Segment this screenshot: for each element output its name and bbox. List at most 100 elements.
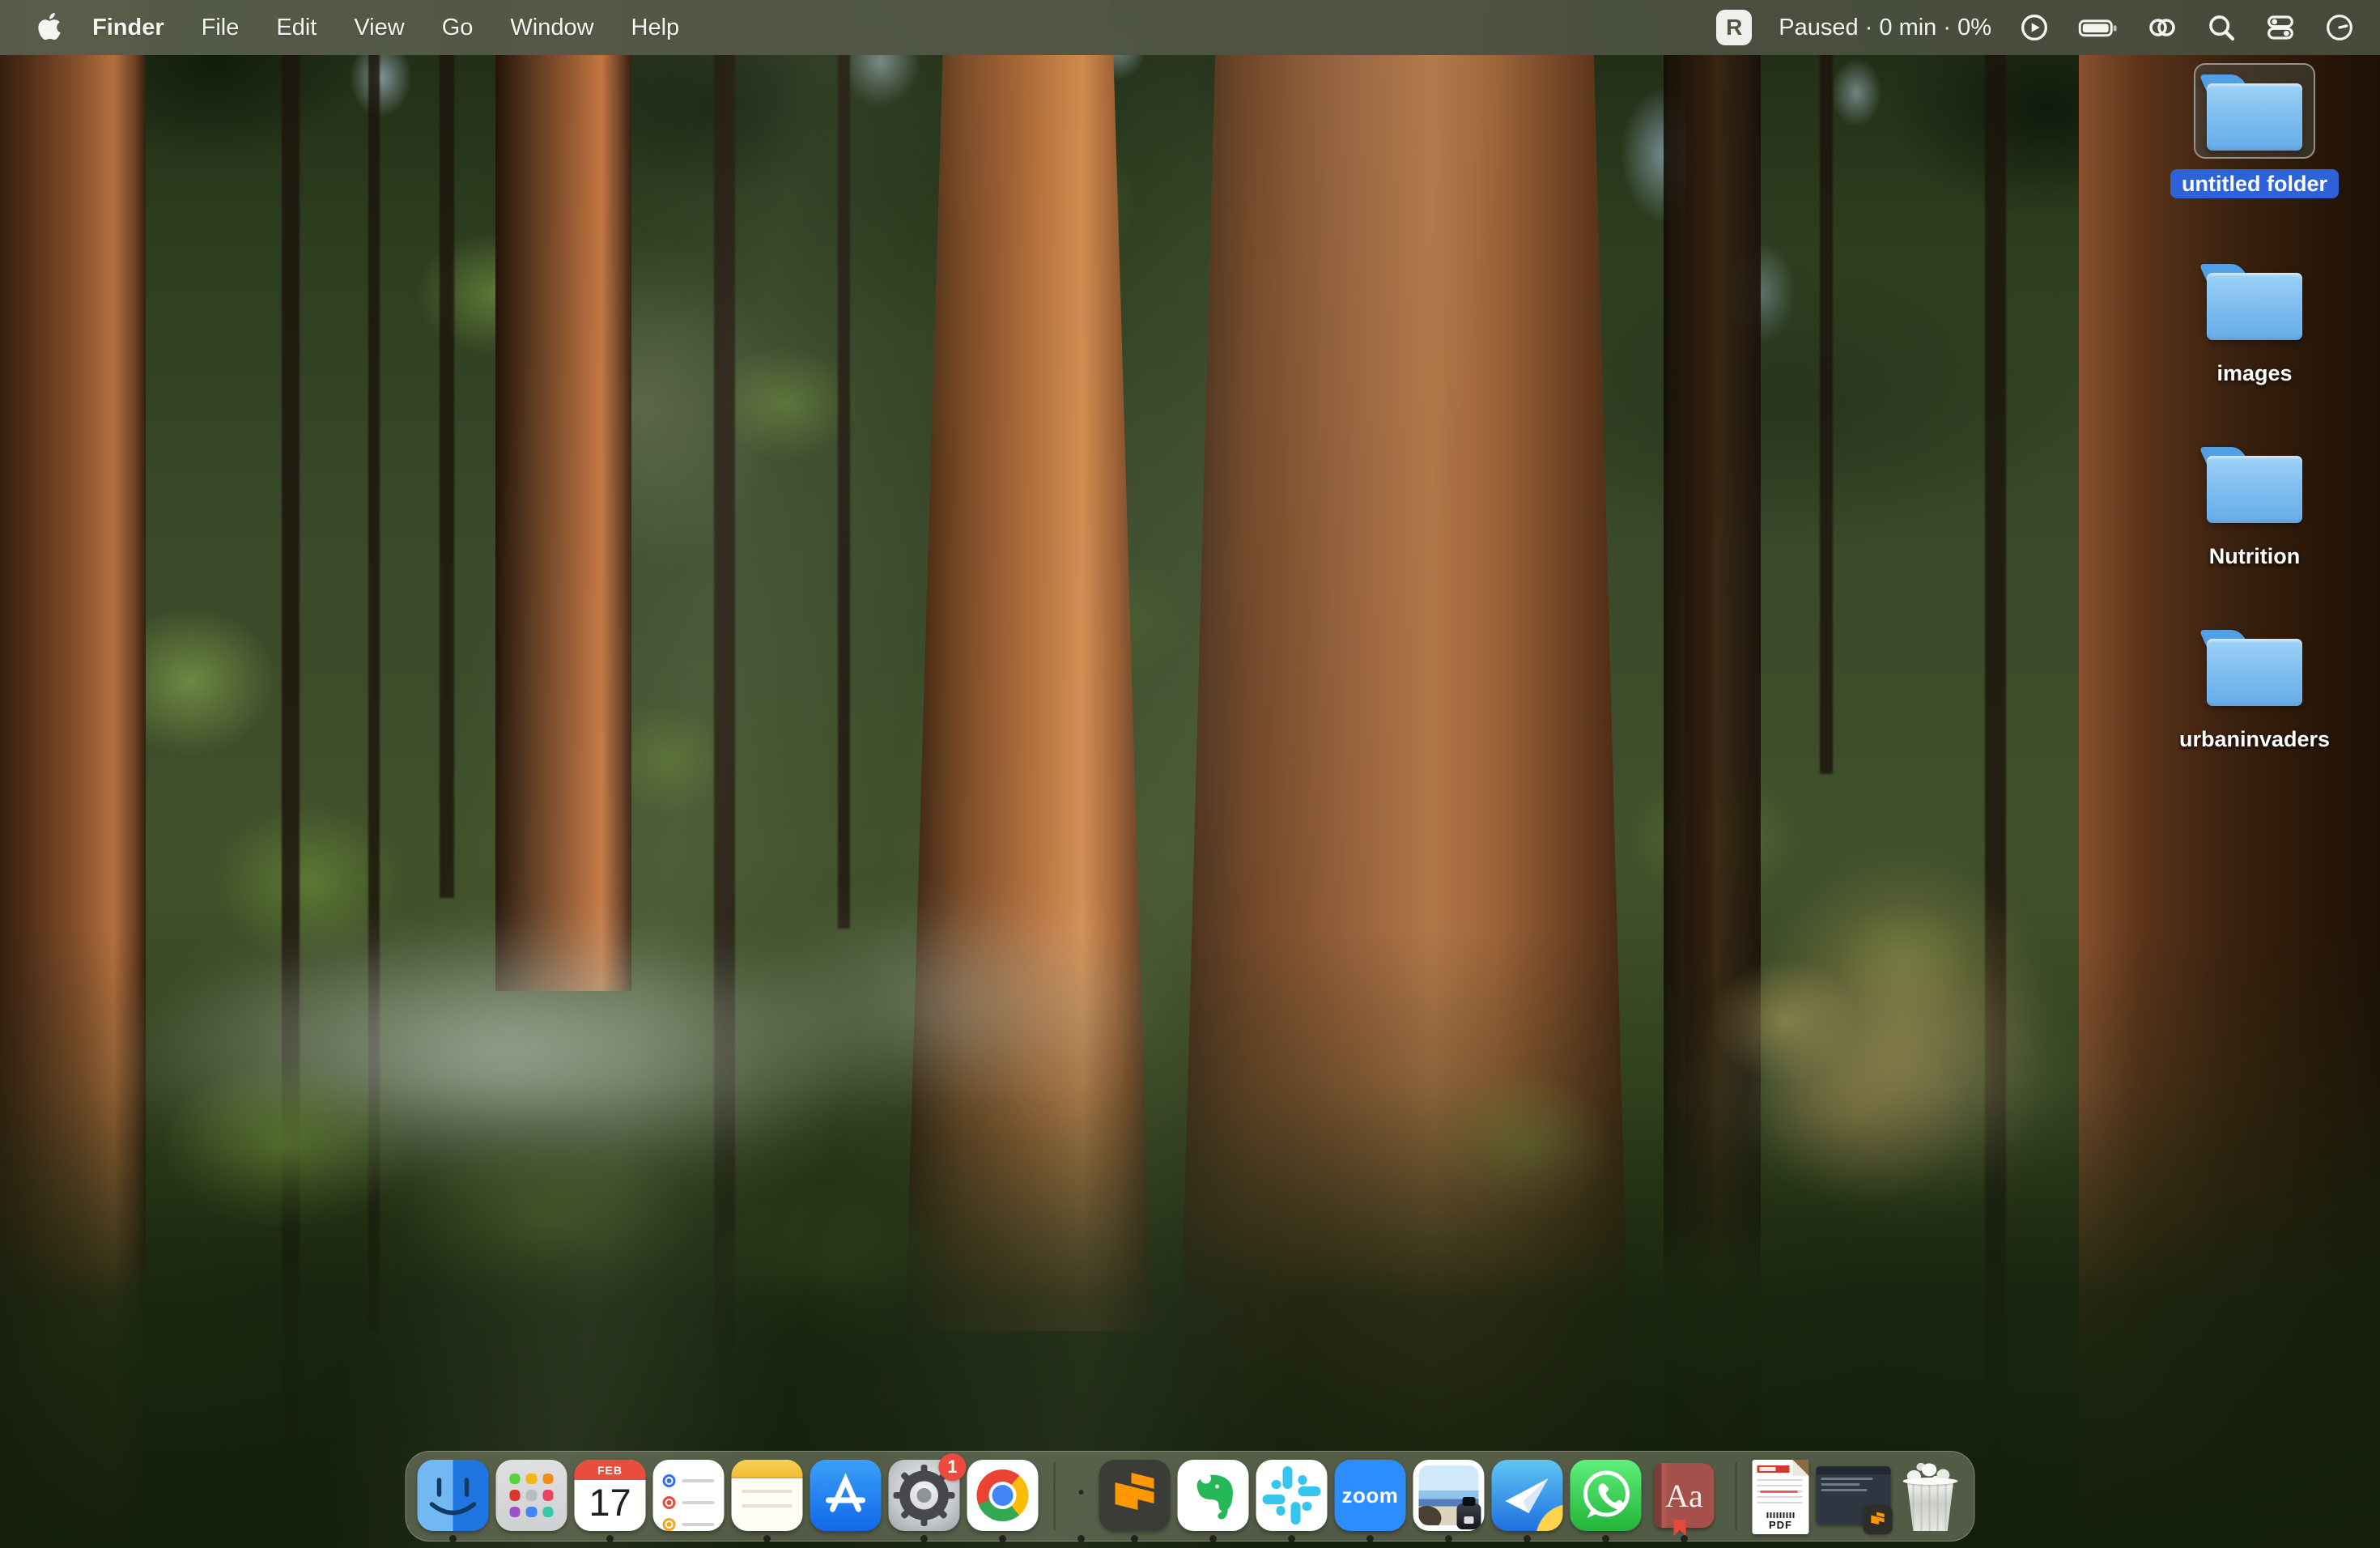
calendar-month: FEB bbox=[575, 1460, 646, 1480]
play-circle-icon[interactable] bbox=[2018, 11, 2051, 44]
running-indicator bbox=[999, 1535, 1006, 1542]
running-indicator bbox=[1681, 1535, 1688, 1542]
dock-app-evernote[interactable] bbox=[1178, 1460, 1249, 1531]
folder-label[interactable]: urbaninvaders bbox=[2168, 725, 2341, 754]
menu-go[interactable]: Go bbox=[442, 15, 474, 41]
menu-edit[interactable]: Edit bbox=[276, 15, 317, 41]
dock-app-reminders[interactable] bbox=[653, 1460, 725, 1531]
dock-app-app-store[interactable] bbox=[810, 1460, 882, 1531]
notes-icon bbox=[732, 1460, 803, 1531]
menu-window[interactable]: Window bbox=[510, 15, 593, 41]
menu-finder[interactable]: Finder bbox=[92, 15, 164, 41]
menu-help[interactable]: Help bbox=[631, 15, 680, 41]
running-indicator bbox=[449, 1535, 457, 1542]
menu-bar-left: Finder File Edit View Go Window Help bbox=[36, 11, 679, 44]
wallpaper-vignette bbox=[0, 0, 2380, 1548]
dock-separator bbox=[1054, 1462, 1056, 1530]
running-indicator bbox=[1602, 1535, 1609, 1542]
folder-label[interactable]: untitled folder bbox=[2170, 169, 2339, 198]
desktop-folder-untitled[interactable]: untitled folder bbox=[2137, 63, 2372, 198]
recorder-badge[interactable]: R bbox=[1716, 10, 1752, 45]
dock-app-finder[interactable] bbox=[418, 1460, 489, 1531]
menu-view[interactable]: View bbox=[354, 15, 404, 41]
evernote-icon bbox=[1178, 1460, 1249, 1531]
dock-app-slack[interactable] bbox=[1256, 1460, 1328, 1531]
page-fold-icon bbox=[1793, 1460, 1809, 1476]
dock-app-system-settings[interactable]: 1 bbox=[889, 1460, 960, 1531]
chrome-icon bbox=[967, 1460, 1039, 1531]
clock-icon[interactable] bbox=[2323, 11, 2356, 44]
sublime-badge-icon bbox=[1864, 1505, 1893, 1534]
finder-icon bbox=[418, 1460, 489, 1531]
pdf-document-thumbnail: PDF bbox=[1753, 1460, 1809, 1534]
running-indicator bbox=[1366, 1535, 1374, 1542]
desktop-screen: Finder File Edit View Go Window Help R P… bbox=[0, 0, 2380, 1548]
whatsapp-icon bbox=[1570, 1460, 1642, 1531]
running-indicator bbox=[763, 1535, 771, 1542]
folder-label[interactable]: images bbox=[2205, 359, 2303, 388]
reminders-icon bbox=[653, 1460, 725, 1531]
dock-app-launchpad[interactable] bbox=[496, 1460, 567, 1531]
running-indicator bbox=[1209, 1535, 1217, 1542]
dock-app-whatsapp[interactable] bbox=[1570, 1460, 1642, 1531]
calendar-icon: FEB 17 bbox=[575, 1460, 646, 1531]
trash-can-icon bbox=[1905, 1481, 1957, 1531]
menu-bar-status: R Paused · 0 min · 0% bbox=[1716, 10, 2356, 45]
preview-icon bbox=[1413, 1460, 1485, 1531]
dock-app-dictionary[interactable]: Aa bbox=[1649, 1460, 1720, 1531]
settings-notification-badge: 1 bbox=[939, 1453, 967, 1481]
desktop-folder-urbaninvaders[interactable]: urbaninvaders bbox=[2137, 619, 2372, 754]
dock-app-zoom[interactable]: zoom bbox=[1335, 1460, 1406, 1531]
dock-minimized-pdf-window[interactable]: PDF bbox=[1753, 1460, 1809, 1531]
apple-logo-icon[interactable] bbox=[36, 11, 63, 44]
running-indicator bbox=[1077, 1535, 1085, 1542]
dock-trash-full[interactable] bbox=[1898, 1460, 1963, 1531]
dictionary-icon: Aa bbox=[1655, 1463, 1715, 1528]
recorder-status-text[interactable]: Paused · 0 min · 0% bbox=[1779, 15, 1991, 41]
trash-rim bbox=[1903, 1478, 1958, 1485]
dock-app-spark-mail[interactable] bbox=[1492, 1460, 1563, 1531]
folder-selection-box bbox=[2194, 63, 2315, 159]
folder-icon bbox=[2207, 447, 2302, 523]
folder-icon bbox=[2207, 630, 2302, 706]
zoom-wordmark: zoom bbox=[1342, 1483, 1399, 1508]
desktop-folder-images[interactable]: images bbox=[2137, 253, 2372, 388]
dock: FEB 17 bbox=[406, 1451, 1975, 1542]
folder-icon bbox=[2207, 264, 2302, 340]
running-indicator bbox=[606, 1535, 614, 1542]
wallpaper-forest bbox=[0, 0, 2380, 1548]
control-center-icon[interactable] bbox=[2264, 11, 2297, 44]
dock-app-chrome[interactable] bbox=[967, 1460, 1039, 1531]
running-indicator bbox=[1131, 1535, 1138, 1542]
running-indicator bbox=[1288, 1535, 1295, 1542]
dock-separator bbox=[1736, 1462, 1737, 1530]
pdf-label: PDF bbox=[1753, 1519, 1809, 1531]
folder-icon bbox=[2207, 74, 2302, 151]
running-indicator bbox=[1445, 1535, 1452, 1542]
folder-label[interactable]: Nutrition bbox=[2198, 542, 2311, 571]
desktop-folder-nutrition[interactable]: Nutrition bbox=[2137, 436, 2372, 571]
spark-mail-icon bbox=[1492, 1460, 1563, 1531]
link-icon[interactable] bbox=[2146, 11, 2178, 44]
bookmark-ribbon-icon bbox=[1674, 1520, 1686, 1536]
dock-minimized-sublime-window[interactable] bbox=[1817, 1460, 1891, 1531]
dock-app-notes[interactable] bbox=[732, 1460, 803, 1531]
slack-icon bbox=[1256, 1460, 1328, 1531]
dock-app-sublime-text[interactable] bbox=[1099, 1460, 1171, 1531]
ink-bottle-icon bbox=[1457, 1497, 1481, 1529]
dock-app-calendar[interactable]: FEB 17 bbox=[575, 1460, 646, 1531]
battery-icon[interactable] bbox=[2077, 11, 2119, 44]
calendar-day: 17 bbox=[575, 1480, 646, 1525]
dock-app-hidden[interactable] bbox=[1071, 1460, 1092, 1531]
running-indicator bbox=[1524, 1535, 1531, 1542]
dictionary-aa-text: Aa bbox=[1665, 1477, 1703, 1515]
spotlight-search-icon[interactable] bbox=[2205, 11, 2238, 44]
app-store-icon bbox=[810, 1460, 882, 1531]
sublime-text-icon bbox=[1099, 1460, 1171, 1531]
menu-file[interactable]: File bbox=[202, 15, 240, 41]
launchpad-icon bbox=[496, 1460, 567, 1531]
running-indicator bbox=[920, 1535, 928, 1542]
dock-app-preview[interactable] bbox=[1413, 1460, 1485, 1531]
hidden-app-artifact bbox=[1079, 1490, 1084, 1495]
menu-bar: Finder File Edit View Go Window Help R P… bbox=[0, 0, 2380, 55]
